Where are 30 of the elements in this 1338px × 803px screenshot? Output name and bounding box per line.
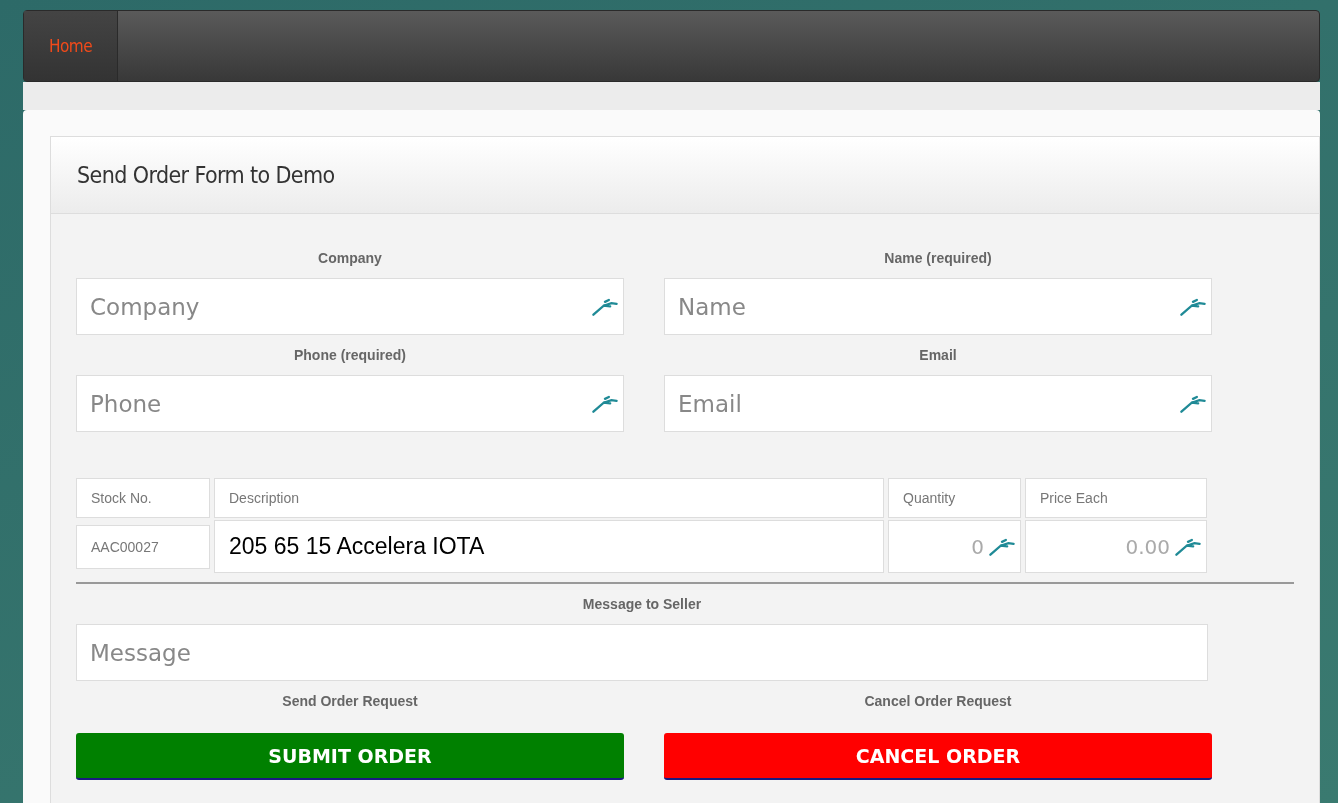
nav-link[interactable]: Home [24, 11, 118, 81]
leaping-figure-icon [592, 297, 618, 316]
field-label: Email [919, 347, 957, 363]
number-field[interactable]: 0 [888, 520, 1021, 573]
submit-button[interactable]: SUBMIT ORDER [76, 733, 624, 780]
input-field[interactable]: Company [76, 278, 624, 335]
column-header: Stock No. [76, 478, 210, 518]
cancel-button[interactable]: CANCEL ORDER [664, 733, 1212, 780]
panel-title: Send Order Form to Demo [77, 162, 335, 188]
leaping-figure-icon [1175, 537, 1201, 556]
column-header: Description [214, 478, 884, 518]
leaping-figure-icon [1180, 394, 1206, 413]
field-label: Name (required) [884, 250, 992, 266]
description-field[interactable]: 205 65 15 Accelera IOTA [214, 520, 884, 573]
action-label: Cancel Order Request [864, 693, 1012, 709]
field-label: Company [318, 250, 382, 266]
message-field[interactable]: Message [76, 624, 1208, 681]
field-label: Phone (required) [294, 347, 406, 363]
field-label: Message to Seller [582, 596, 702, 612]
input-field[interactable]: Phone [76, 375, 624, 432]
action-label: Send Order Request [282, 693, 418, 709]
number-field[interactable]: 0.00 [1025, 520, 1207, 573]
leaping-figure-icon [592, 394, 618, 413]
leaping-figure-icon [989, 537, 1015, 556]
column-header: Price Each [1025, 478, 1207, 518]
input-field[interactable]: Email [664, 375, 1212, 432]
input-field[interactable]: Name [664, 278, 1212, 335]
column-header: Quantity [888, 478, 1021, 518]
leaping-figure-icon [1180, 297, 1206, 316]
stock-number: AAC00027 [76, 524, 210, 569]
